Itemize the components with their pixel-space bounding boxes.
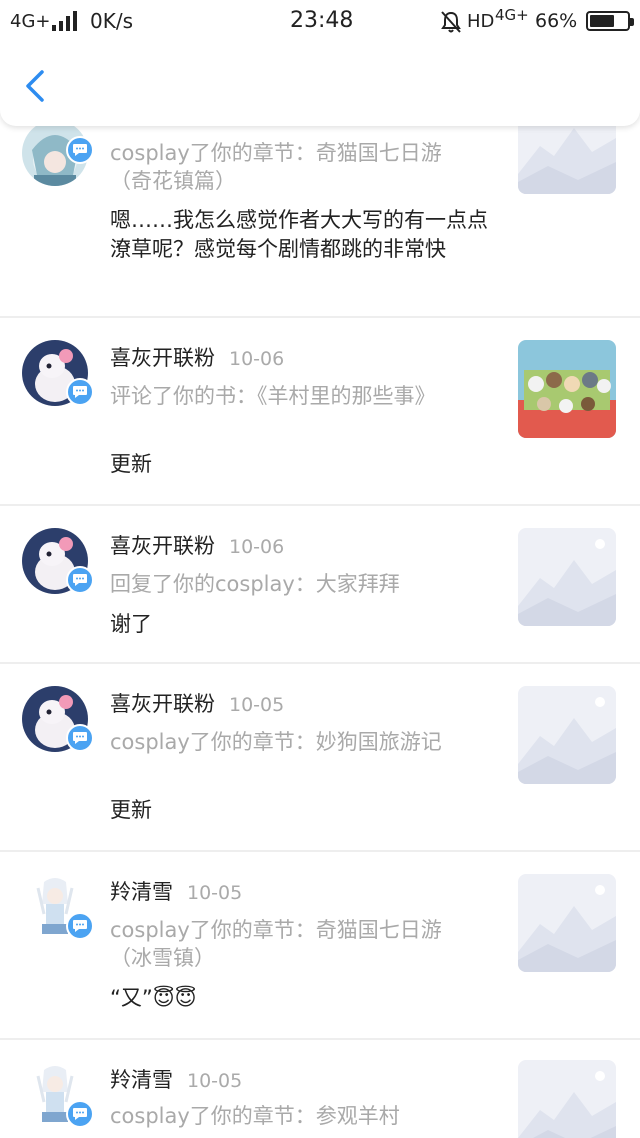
battery-percent: 66%: [535, 10, 578, 32]
user-name[interactable]: 喜灰开联粉 10-06: [110, 342, 284, 372]
list-item[interactable]: 羚清雪 10-05 cosplay了你的章节：参观羊村: [0, 1040, 640, 1138]
item-content: 更新: [110, 452, 152, 476]
thumbnail-placeholder[interactable]: [518, 874, 616, 972]
item-date: 10-05: [229, 694, 285, 716]
item-action: cosplay了你的章节：奇猫国七日游（奇花镇篇）: [110, 141, 442, 193]
user-name[interactable]: 喜灰开联粉 10-05: [110, 688, 284, 718]
list-item[interactable]: 喜灰开联粉 10-05 cosplay了你的章节：妙狗国旅游记 更新: [0, 664, 640, 852]
item-date: 10-05: [187, 1070, 243, 1092]
battery-icon: [586, 11, 634, 31]
notification-list[interactable]: cosplay了你的章节：奇猫国七日游（奇花镇篇） 嗯……我怎么感觉作者大大写的…: [0, 0, 640, 1138]
item-date: 10-06: [229, 348, 285, 370]
item-content: 更新: [110, 798, 152, 822]
list-item[interactable]: 羚清雪 10-05 cosplay了你的章节：奇猫国七日游（冰雪镇） “又”😇😇: [0, 852, 640, 1040]
network-type: 4G+: [10, 11, 51, 32]
thumbnail-placeholder[interactable]: [518, 528, 616, 626]
comment-badge-icon: [66, 1100, 94, 1128]
list-item[interactable]: 喜灰开联粉 10-06 评论了你的书：《羊村里的那些事》 更新: [0, 318, 640, 506]
back-button[interactable]: [18, 66, 54, 106]
item-action: cosplay了你的章节：参观羊村: [110, 1104, 400, 1128]
book-cover-thumbnail[interactable]: [518, 340, 616, 438]
item-action: cosplay了你的章节：奇猫国七日游（冰雪镇）: [110, 918, 442, 970]
item-content: 嗯……我怎么感觉作者大大写的有一点点潦草呢？感觉每个剧情都跳的非常快: [110, 208, 488, 261]
thumbnail-placeholder[interactable]: [518, 686, 616, 784]
list-item[interactable]: 喜灰开联粉 10-06 回复了你的cosplay：大家拜拜 谢了: [0, 506, 640, 664]
clock: 23:48: [290, 8, 354, 33]
bell-muted-icon: [440, 10, 462, 38]
item-content: “又”😇😇: [110, 986, 197, 1010]
item-date: 10-06: [229, 536, 285, 558]
user-name[interactable]: 羚清雪 10-05: [110, 1064, 242, 1094]
item-action: 评论了你的书：《羊村里的那些事》: [110, 384, 436, 408]
comment-badge-icon: [66, 912, 94, 940]
chevron-left-icon: [26, 70, 44, 102]
comment-badge-icon: [66, 724, 94, 752]
network-type-2: 4G+: [495, 6, 529, 24]
item-content: 谢了: [110, 612, 152, 636]
item-date: 10-05: [187, 882, 243, 904]
comment-badge-icon: [66, 136, 94, 164]
top-nav-bar: [0, 44, 640, 126]
comment-badge-icon: [66, 566, 94, 594]
item-action: 回复了你的cosplay：大家拜拜: [110, 572, 400, 596]
network-speed: 0K/s: [90, 9, 133, 33]
list-item[interactable]: cosplay了你的章节：奇猫国七日游（奇花镇篇） 嗯……我怎么感觉作者大大写的…: [0, 96, 640, 318]
user-name[interactable]: 喜灰开联粉 10-06: [110, 530, 284, 560]
item-action: cosplay了你的章节：妙狗国旅游记: [110, 730, 442, 754]
status-bar: 4G+ 0K/s 23:48 HD 4G+ 66%: [0, 0, 640, 44]
thumbnail-placeholder[interactable]: [518, 1060, 616, 1138]
hd-indicator: HD: [467, 11, 495, 32]
user-name[interactable]: 羚清雪 10-05: [110, 876, 242, 906]
signal-icon: [52, 11, 78, 31]
comment-badge-icon: [66, 378, 94, 406]
